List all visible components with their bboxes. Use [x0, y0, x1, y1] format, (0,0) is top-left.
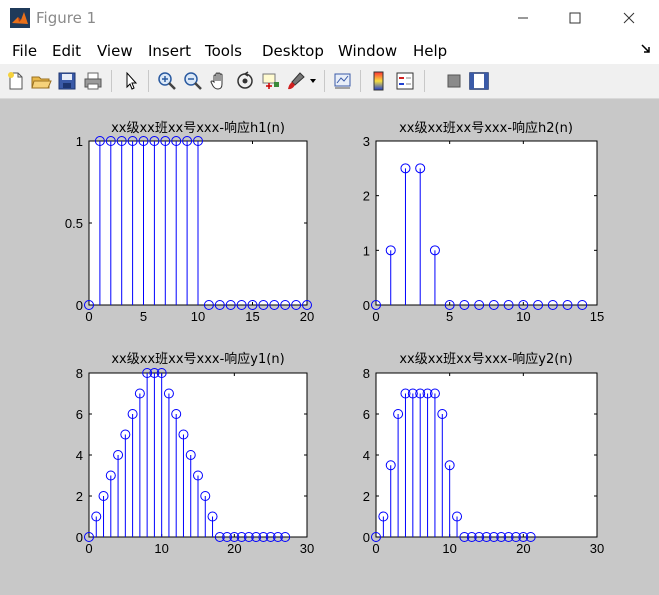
y-tick-label: 1	[76, 134, 83, 149]
hide-plot-tools-icon[interactable]	[443, 70, 465, 92]
x-tick-label: 10	[191, 309, 205, 324]
link-plot-icon[interactable]	[332, 70, 354, 92]
y-tick-label: 4	[363, 448, 370, 463]
x-tick-label: 10	[516, 309, 530, 324]
y-tick-label: 1	[363, 243, 370, 258]
menu-view[interactable]: View	[97, 42, 133, 60]
menu-file[interactable]: File	[12, 42, 37, 60]
minimize-icon	[518, 17, 528, 19]
chevron-down-icon[interactable]	[309, 78, 317, 84]
plot-title-1: xx级xx班xx号xxx-响应h1(n)	[111, 120, 285, 136]
matlab-logo-icon	[10, 8, 30, 28]
rotate-3d-icon[interactable]	[234, 70, 256, 92]
y-tick-label: 0	[363, 530, 370, 545]
pointer-icon[interactable]	[120, 70, 142, 92]
y-tick-label: 6	[363, 407, 370, 422]
x-tick-label: 30	[590, 541, 604, 556]
close-button[interactable]	[603, 0, 655, 36]
y-tick-label: 4	[76, 448, 83, 463]
toolbar-separator	[111, 70, 112, 92]
save-icon[interactable]	[56, 70, 78, 92]
plot-title-3: xx级xx班xx号xxx-响应y1(n)	[111, 351, 284, 367]
figure-canvas: xx级xx班xx号xxx-响应h1(n) xx级xx班xx号xxx-响应h2(n…	[0, 99, 659, 595]
pan-icon[interactable]	[208, 70, 230, 92]
x-tick-label: 0	[85, 309, 92, 324]
menu-bar: File Edit View Insert Tools Desktop Wind…	[0, 36, 659, 64]
x-tick-label: 30	[300, 541, 314, 556]
title-bar: Figure 1	[0, 0, 659, 36]
y-tick-label: 0	[76, 298, 83, 313]
x-tick-label: 0	[372, 541, 379, 556]
x-tick-label: 20	[516, 541, 530, 556]
toolbar-separator	[360, 70, 361, 92]
menu-window[interactable]: Window	[338, 42, 397, 60]
data-cursor-icon[interactable]	[260, 70, 282, 92]
x-tick-label: 10	[442, 541, 456, 556]
x-tick-label: 15	[245, 309, 259, 324]
y-tick-label: 8	[363, 366, 370, 381]
show-plot-tools-icon[interactable]	[468, 70, 490, 92]
open-file-icon[interactable]	[30, 70, 52, 92]
subplots-container: xx级xx班xx号xxx-响应h1(n) xx级xx班xx号xxx-响应h2(n…	[65, 120, 604, 556]
maximize-icon	[569, 12, 581, 24]
zoom-out-icon[interactable]	[182, 70, 204, 92]
menu-desktop[interactable]: Desktop	[262, 42, 324, 60]
plot-title-4: xx级xx班xx号xxx-响应y2(n)	[399, 351, 572, 367]
y-tick-label: 0.5	[65, 216, 83, 231]
close-icon	[623, 12, 635, 24]
y-tick-label: 3	[363, 134, 370, 149]
window-title: Figure 1	[36, 9, 97, 27]
menu-edit[interactable]: Edit	[52, 42, 81, 60]
x-tick-label: 10	[154, 541, 168, 556]
dock-arrow-icon[interactable]	[641, 44, 651, 54]
brush-icon[interactable]	[285, 70, 307, 92]
y-tick-label: 0	[363, 298, 370, 313]
plot-title-2: xx级xx班xx号xxx-响应h2(n)	[399, 120, 573, 136]
menu-insert[interactable]: Insert	[148, 42, 191, 60]
zoom-in-icon[interactable]	[156, 70, 178, 92]
menu-help[interactable]: Help	[413, 42, 447, 60]
new-figure-icon[interactable]	[5, 70, 27, 92]
x-tick-label: 15	[590, 309, 604, 324]
menu-tools[interactable]: Tools	[205, 42, 242, 60]
maximize-button[interactable]	[549, 0, 601, 36]
colorbar-icon[interactable]	[368, 70, 390, 92]
toolbar-separator	[424, 70, 425, 92]
y-tick-label: 2	[363, 489, 370, 504]
legend-icon[interactable]	[394, 70, 416, 92]
y-tick-label: 8	[76, 366, 83, 381]
y-tick-label: 0	[76, 530, 83, 545]
print-icon[interactable]	[82, 70, 104, 92]
y-tick-label: 2	[76, 489, 83, 504]
toolbar-separator	[148, 70, 149, 92]
figure-toolbar	[0, 64, 659, 99]
toolbar-separator	[324, 70, 325, 92]
x-tick-label: 5	[446, 309, 453, 324]
x-tick-label: 20	[300, 309, 314, 324]
x-tick-label: 0	[372, 309, 379, 324]
axes-4[interactable]	[375, 372, 598, 538]
y-tick-label: 2	[363, 189, 370, 204]
y-tick-label: 6	[76, 407, 83, 422]
minimize-button[interactable]	[497, 0, 549, 36]
x-tick-label: 20	[227, 541, 241, 556]
x-tick-label: 5	[140, 309, 147, 324]
x-tick-label: 0	[85, 541, 92, 556]
